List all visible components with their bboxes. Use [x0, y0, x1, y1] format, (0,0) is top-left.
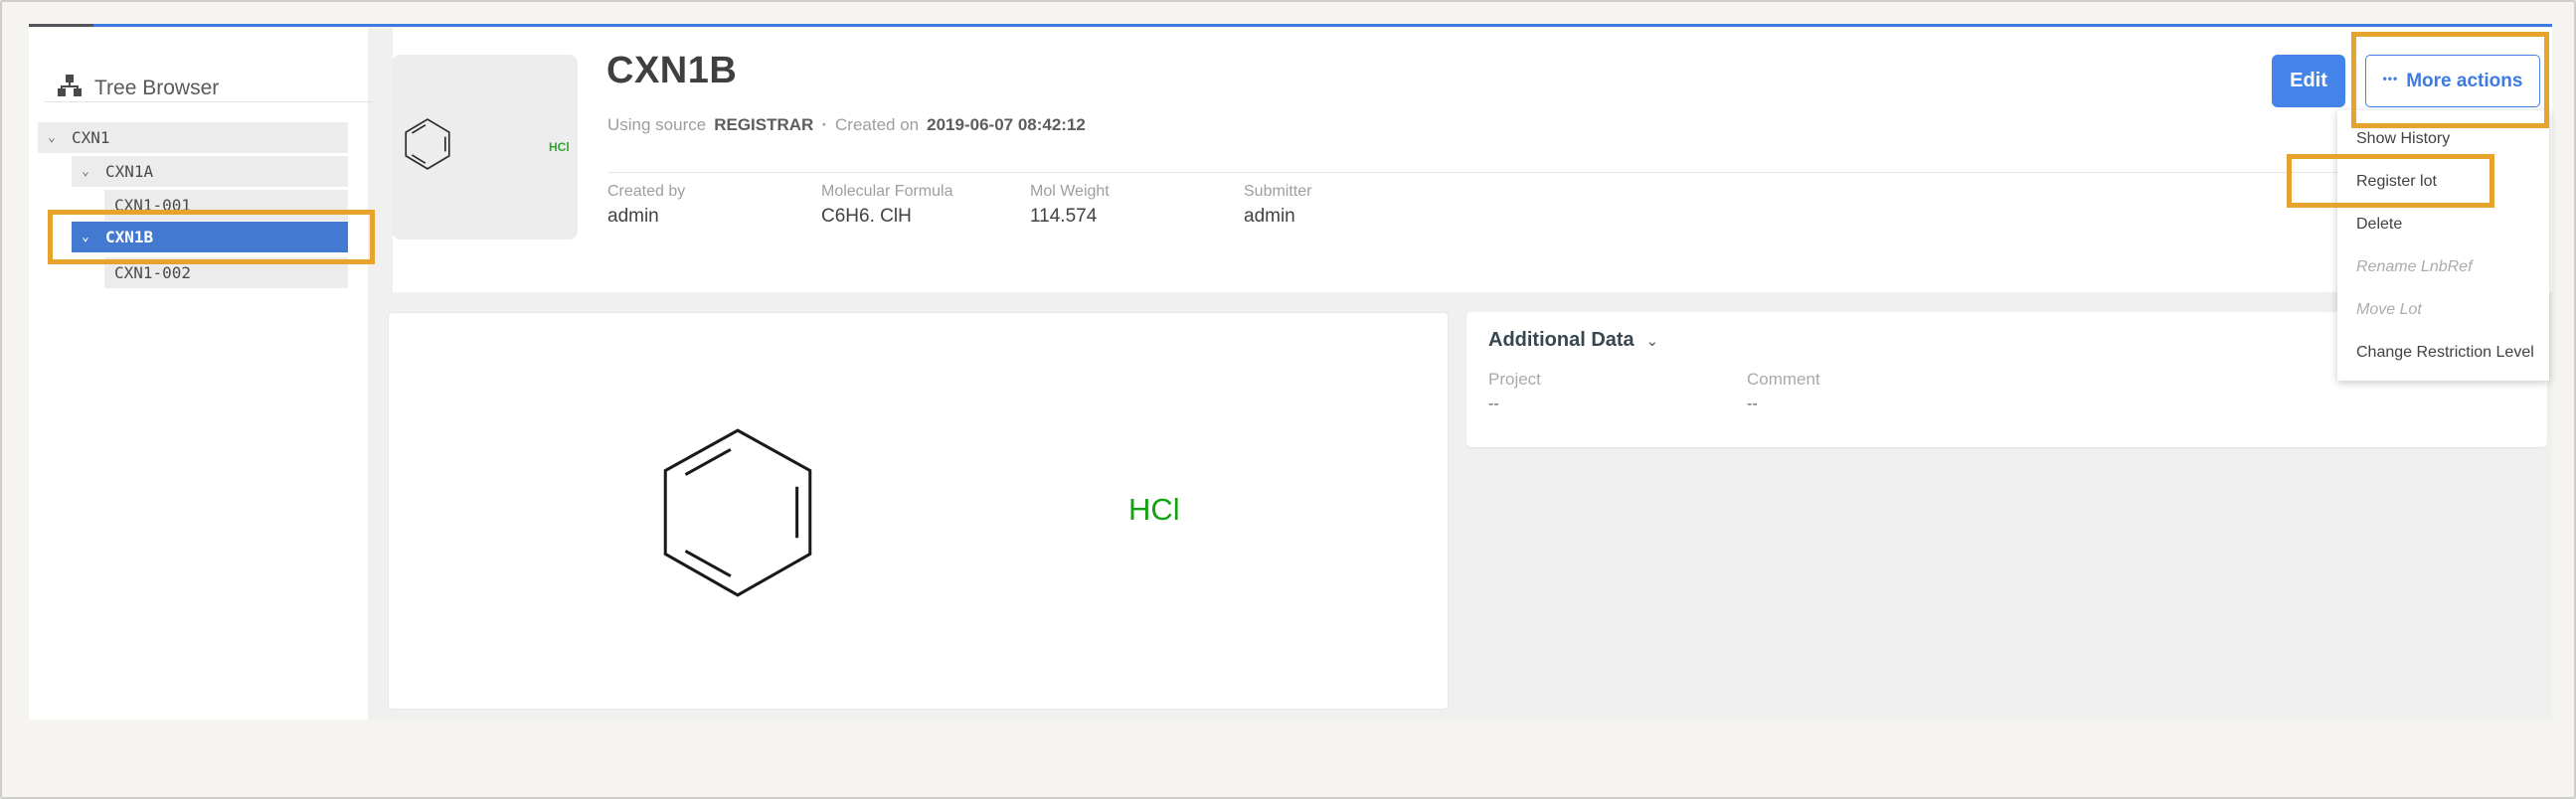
using-source-label: Using source [607, 115, 706, 135]
menu-item-register-lot[interactable]: Register lot [2337, 160, 2549, 203]
menu-item-delete[interactable]: Delete [2337, 203, 2549, 245]
field-comment: Comment -- [1747, 370, 1820, 413]
tree-item-label: CXN1 [72, 128, 110, 147]
chevron-down-icon[interactable]: ⌄ [82, 165, 95, 178]
field-value: admin [607, 206, 685, 228]
tree-item-label: CXN1B [105, 228, 153, 246]
meta-separator: · [821, 115, 827, 135]
tree-browser-header: Tree Browser [57, 74, 219, 102]
field-created-by: Created by admin [607, 183, 685, 228]
tree-browser-title: Tree Browser [94, 77, 219, 100]
additional-data-header: Additional Data ⌄ [1488, 329, 1658, 352]
header-divider [607, 172, 2542, 173]
field-molecular-formula: Molecular Formula C6H6. ClH [821, 183, 952, 228]
compound-header-card: HCl CXN1B Using source REGISTRAR · Creat… [393, 28, 2552, 292]
tree-item-label: CXN1A [105, 162, 153, 181]
top-accent-dark-segment [29, 24, 93, 27]
app-window: Tree Browser ⌄ CXN1 ⌄ CXN1A CXN1-001 ⌄ C… [0, 0, 2576, 799]
field-label: Mol Weight [1030, 183, 1110, 201]
hcl-formula-text: HCl [1128, 492, 1180, 528]
created-on-value: 2019-06-07 08:42:12 [927, 115, 1086, 135]
created-on-label: Created on [835, 115, 919, 135]
tree-browser-panel: Tree Browser ⌄ CXN1 ⌄ CXN1A CXN1-001 ⌄ C… [29, 28, 368, 719]
more-actions-button[interactable]: ••• More actions [2365, 55, 2540, 107]
structure-thumbnail: HCl [392, 55, 578, 240]
field-submitter: Submitter admin [1244, 183, 1311, 228]
tree-item-cxn1b[interactable]: ⌄ CXN1B [72, 222, 348, 252]
tree-item-label: CXN1-001 [114, 196, 191, 215]
top-accent-blue-line [93, 24, 2552, 27]
field-value: -- [1488, 396, 1541, 413]
tree-divider [45, 101, 375, 102]
tree-browser-icon [57, 74, 83, 102]
field-value: -- [1747, 396, 1820, 413]
thumbnail-hcl-label: HCl [549, 140, 570, 154]
menu-item-change-restriction-level[interactable]: Change Restriction Level [2337, 331, 2549, 374]
edit-button[interactable]: Edit [2272, 55, 2345, 107]
benzene-structure [653, 418, 822, 607]
tree-item-cxn1-002[interactable]: CXN1-002 [104, 257, 348, 288]
chevron-down-icon[interactable]: ⌄ [82, 231, 95, 243]
field-label: Comment [1747, 370, 1820, 390]
structure-viewer-card: HCl [388, 312, 1449, 710]
field-value: C6H6. ClH [821, 206, 952, 228]
chevron-down-icon[interactable]: ⌄ [1646, 332, 1659, 350]
ellipsis-icon: ••• [2383, 72, 2399, 85]
additional-data-title: Additional Data [1488, 329, 1634, 352]
menu-item-rename-lnbref: Rename LnbRef [2337, 245, 2549, 288]
tree-item-label: CXN1-002 [114, 263, 191, 282]
more-actions-menu: Show History Register lot Delete Rename … [2337, 110, 2549, 381]
field-label: Submitter [1244, 183, 1311, 201]
page-title: CXN1B [606, 50, 737, 92]
menu-item-move-lot: Move Lot [2337, 288, 2549, 331]
tree-item-cxn1[interactable]: ⌄ CXN1 [38, 122, 348, 153]
field-label: Molecular Formula [821, 183, 952, 201]
source-value: REGISTRAR [714, 115, 813, 135]
field-label: Created by [607, 183, 685, 201]
field-project: Project -- [1488, 370, 1541, 413]
field-value: admin [1244, 206, 1311, 228]
meta-line: Using source REGISTRAR · Created on 2019… [607, 115, 1086, 135]
chevron-down-icon[interactable]: ⌄ [48, 131, 62, 144]
more-actions-label: More actions [2406, 71, 2522, 92]
field-value: 114.574 [1030, 206, 1110, 228]
tree-item-cxn1-001[interactable]: CXN1-001 [104, 190, 348, 221]
menu-item-show-history[interactable]: Show History [2337, 117, 2549, 160]
field-mol-weight: Mol Weight 114.574 [1030, 183, 1110, 228]
field-label: Project [1488, 370, 1541, 390]
tree-item-cxn1a[interactable]: ⌄ CXN1A [72, 156, 348, 187]
